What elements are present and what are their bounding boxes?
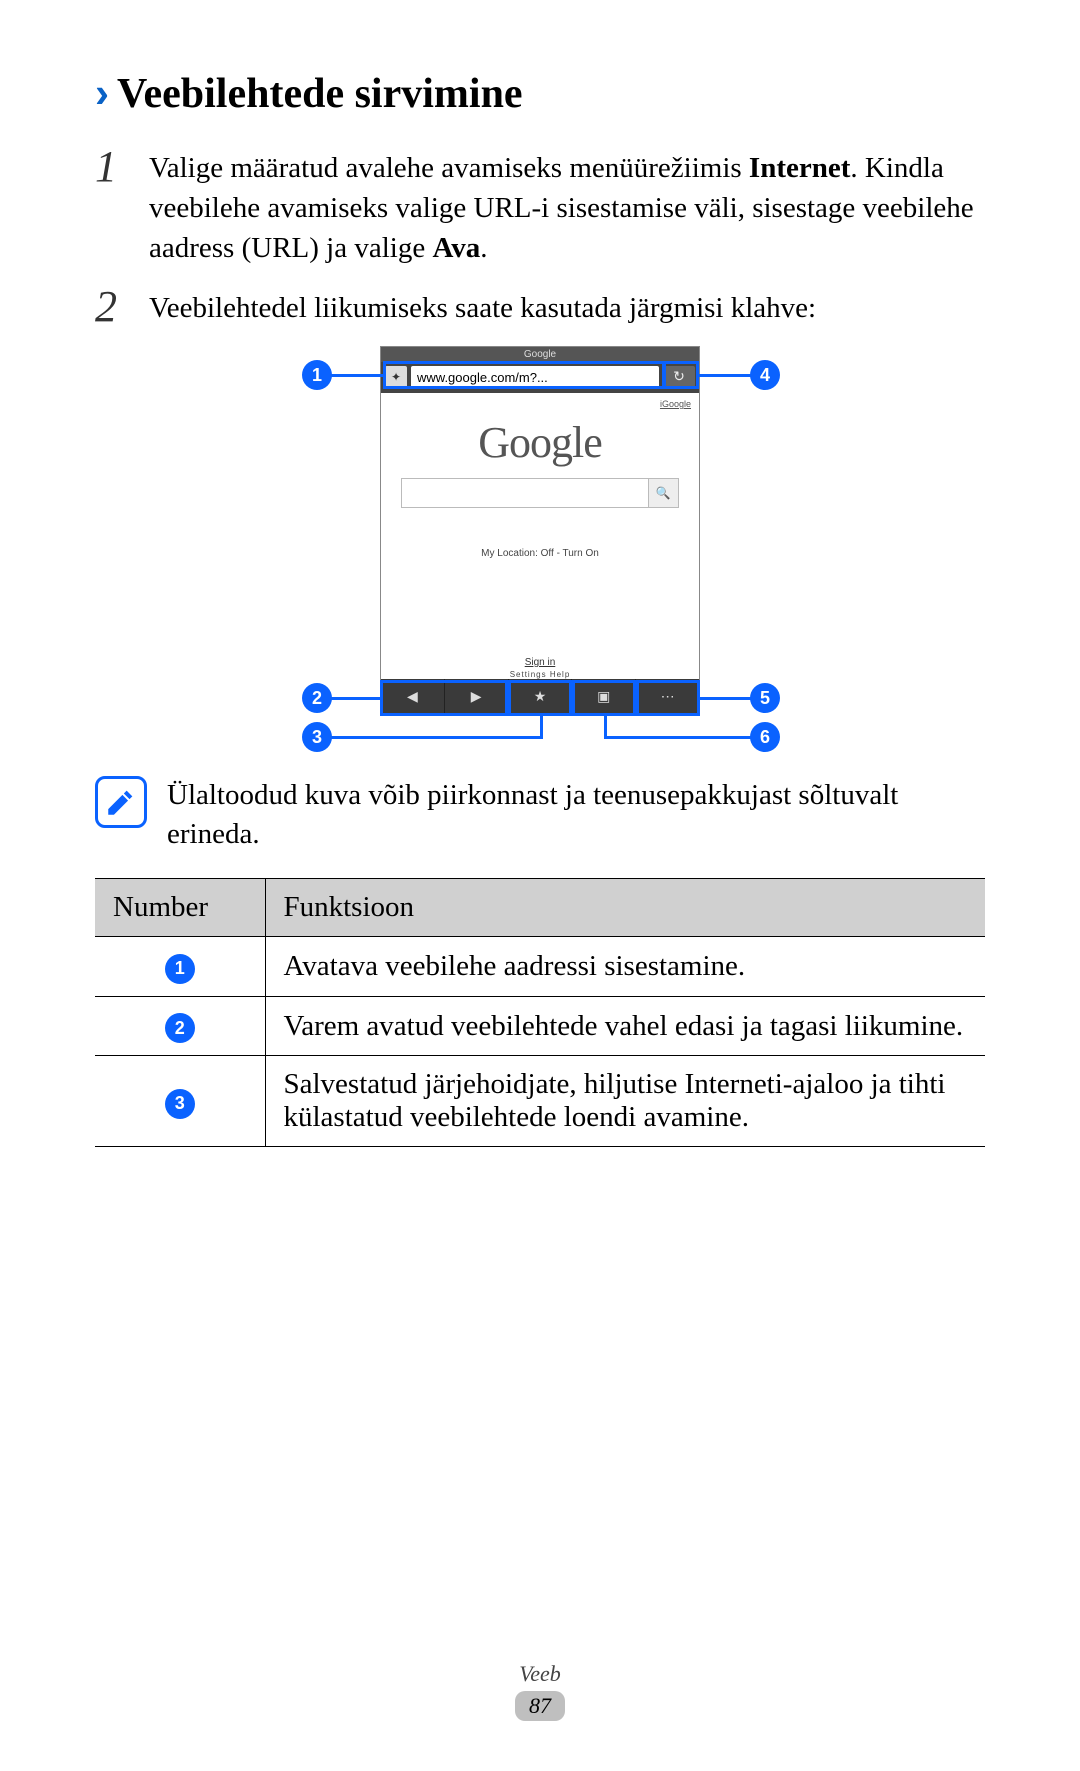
tabs-icon: ▣	[597, 689, 610, 706]
screenshot-figure: Google ✦ www.google.com/m?... ↻ iGoogle …	[95, 346, 985, 746]
number-bubble: 3	[165, 1089, 195, 1119]
table-row: 2 Varem avatud veebilehtede vahel edasi …	[95, 996, 985, 1056]
sign-in-link[interactable]: Sign in	[525, 657, 556, 668]
step-body: Valige määratud avalehe avamiseks menüür…	[149, 146, 985, 268]
step-bold: Internet	[749, 152, 850, 184]
chevron-right-icon: ›	[95, 72, 109, 114]
site-icon: ✦	[385, 366, 407, 389]
functions-table: Number Funktsioon 1 Avatava veebilehe aa…	[95, 878, 985, 1147]
search-icon: 🔍	[656, 486, 671, 500]
callout-bubble-3: 3	[302, 722, 332, 752]
callout-bubble-5: 5	[750, 683, 780, 713]
step-2: 2 Veebilehtedel liikumiseks saate kasuta…	[95, 286, 985, 328]
callout-line	[699, 374, 752, 377]
callout-bubble-1: 1	[302, 360, 332, 390]
tabs-button[interactable]: ▣	[572, 679, 636, 715]
note-icon	[95, 776, 147, 828]
note-text: Ülaltoodud kuva võib piirkonnast ja teen…	[167, 776, 985, 854]
step-suffix: .	[480, 232, 487, 264]
page-footer: Veeb 87	[0, 1661, 1080, 1721]
number-bubble: 1	[165, 954, 195, 984]
google-logo: Google	[478, 417, 602, 468]
back-icon: ◀	[407, 689, 418, 706]
phone-frame: Google ✦ www.google.com/m?... ↻ iGoogle …	[380, 346, 700, 716]
callout-bubble-2: 2	[302, 683, 332, 713]
cell-function: Avatava veebilehe aadressi sisestamine.	[265, 937, 985, 997]
callout-bubble-4: 4	[750, 360, 780, 390]
forward-icon: ▶	[471, 689, 482, 706]
callout-line	[604, 736, 752, 739]
search-input[interactable]	[402, 479, 648, 507]
url-input[interactable]: www.google.com/m?...	[411, 366, 659, 389]
table-row: 1 Avatava veebilehe aadressi sisestamine…	[95, 937, 985, 997]
step-text: Valige määratud avalehe avamiseks menüür…	[149, 152, 749, 184]
cell-number: 1	[95, 937, 265, 997]
callout-line	[330, 374, 383, 377]
pencil-icon	[104, 785, 138, 819]
callout-bubble-6: 6	[750, 722, 780, 752]
th-function: Funktsioon	[265, 879, 985, 937]
page-number: 87	[515, 1691, 565, 1721]
step-number: 2	[95, 286, 125, 328]
more-icon: ⋯	[661, 689, 675, 706]
step-body: Veebilehtedel liikumiseks saate kasutada…	[149, 286, 985, 328]
cell-number: 3	[95, 1056, 265, 1147]
heading-title: Veebilehtede sirvimine	[117, 70, 523, 118]
location-text[interactable]: My Location: Off - Turn On	[481, 548, 599, 559]
search-button[interactable]: 🔍	[648, 479, 678, 507]
page-content: iGoogle Google 🔍 My Location: Off - Turn…	[381, 393, 699, 679]
note-block: Ülaltoodud kuva võib piirkonnast ja teen…	[95, 776, 985, 854]
browser-titlebar: Google	[381, 347, 699, 362]
footer-links[interactable]: Settings Help	[510, 670, 571, 679]
more-button[interactable]: ⋯	[636, 679, 699, 715]
section-label: Veeb	[0, 1661, 1080, 1687]
table-header-row: Number Funktsioon	[95, 879, 985, 937]
step-number: 1	[95, 146, 125, 268]
callout-line	[700, 697, 752, 700]
cell-function: Salvestatud järjehoidjate, hiljutise Int…	[265, 1056, 985, 1147]
table-row: 3 Salvestatud järjehoidjate, hiljutise I…	[95, 1056, 985, 1147]
igoogle-link[interactable]: iGoogle	[660, 399, 691, 409]
bottom-toolbar: ◀ ▶ ★ ▣ ⋯	[381, 679, 699, 715]
step-suffix: .	[850, 152, 857, 184]
number-bubble: 2	[165, 1013, 195, 1043]
callout-line	[330, 736, 543, 739]
back-button[interactable]: ◀	[381, 679, 445, 715]
bookmarks-button[interactable]: ★	[509, 679, 573, 715]
th-number: Number	[95, 879, 265, 937]
cell-function: Varem avatud veebilehtede vahel edasi ja…	[265, 996, 985, 1056]
refresh-button[interactable]: ↻	[663, 366, 695, 389]
forward-button[interactable]: ▶	[445, 679, 509, 715]
star-icon: ★	[534, 689, 547, 706]
callout-line	[330, 697, 380, 700]
url-bar-row: ✦ www.google.com/m?... ↻	[381, 362, 699, 393]
step-bold: Ava	[432, 232, 480, 264]
cell-number: 2	[95, 996, 265, 1056]
step-1: 1 Valige määratud avalehe avamiseks menü…	[95, 146, 985, 268]
section-heading: › Veebilehtede sirvimine	[95, 70, 985, 118]
google-search-box: 🔍	[401, 478, 679, 508]
